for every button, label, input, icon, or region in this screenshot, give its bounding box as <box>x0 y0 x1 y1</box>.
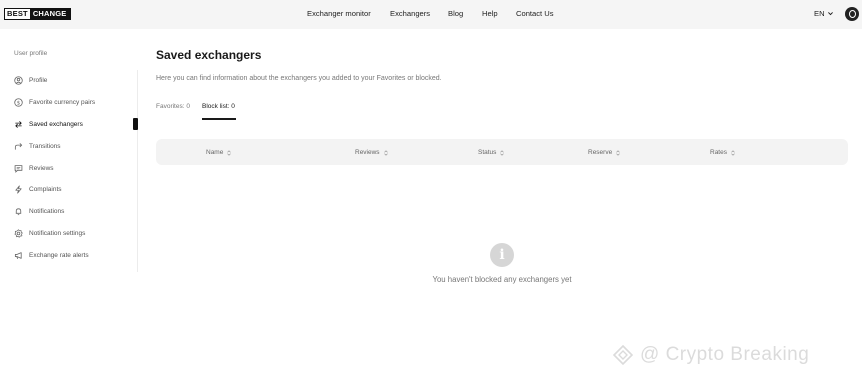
page-subtitle: Here you can find information about the … <box>156 75 442 82</box>
sidebar-item-notification-settings[interactable]: Notification settings <box>14 226 85 240</box>
user-avatar[interactable] <box>845 7 859 21</box>
lightning-icon <box>14 184 23 194</box>
sidebar-item-saved-exchangers[interactable]: Saved exchangers <box>14 117 83 131</box>
tab-favorites[interactable]: Favorites: 0 <box>156 103 190 110</box>
tab-block-list[interactable]: Block list: 0 <box>202 103 235 110</box>
column-name[interactable]: Name <box>206 149 232 156</box>
sort-icon <box>383 149 388 156</box>
sidebar-item-profile[interactable]: Profile <box>14 73 47 87</box>
avatar-initial-icon <box>848 10 856 18</box>
watermark-text: @ Crypto Breaking <box>640 344 810 365</box>
chat-bubble-icon <box>14 164 23 173</box>
crypto-breaking-logo-icon <box>612 344 634 366</box>
sidebar-item-label: Complaints <box>29 185 62 193</box>
sort-icon <box>500 149 505 156</box>
sidebar-item-label: Profile <box>29 76 48 84</box>
page-title: Saved exchangers <box>156 48 262 62</box>
nav-exchangers[interactable]: Exchangers <box>390 9 430 18</box>
user-circle-icon <box>14 75 23 85</box>
swap-arrows-icon <box>14 120 23 129</box>
sidebar-item-label: Favorite currency pairs <box>29 98 96 106</box>
language-label: EN <box>814 9 825 18</box>
watermark: @ Crypto Breaking <box>612 344 809 366</box>
nav-contact-us[interactable]: Contact Us <box>516 9 554 18</box>
column-label: Reviews <box>355 149 380 156</box>
sidebar-item-label: Notifications <box>29 207 65 215</box>
table-header: Name Reviews Status Reserve Rates <box>156 139 848 165</box>
column-status[interactable]: Status <box>478 149 505 156</box>
nav-help[interactable]: Help <box>482 9 498 18</box>
sort-icon <box>616 149 620 156</box>
nav-blog[interactable]: Blog <box>448 9 463 18</box>
info-icon: i <box>490 243 514 267</box>
sidebar-item-favorite-pairs[interactable]: $ Favorite currency pairs <box>14 95 95 109</box>
active-tab-underline <box>202 118 236 120</box>
sort-icon <box>731 149 735 156</box>
sidebar-item-transitions[interactable]: Transitions <box>14 139 61 153</box>
column-reserve[interactable]: Reserve <box>588 149 620 156</box>
sort-icon <box>227 149 232 156</box>
main-nav: Exchanger monitor Exchangers Blog Help C… <box>0 9 862 21</box>
sidebar-item-notifications[interactable]: Notifications <box>14 204 64 218</box>
column-label: Name <box>206 149 224 156</box>
sidebar-item-label: Notification settings <box>29 229 86 237</box>
column-label: Reserve <box>588 149 613 156</box>
column-rates[interactable]: Rates <box>710 149 735 156</box>
sidebar-item-reviews[interactable]: Reviews <box>14 161 54 175</box>
gear-icon <box>14 228 23 238</box>
language-selector[interactable]: EN <box>814 9 834 18</box>
sidebar-item-label: Reviews <box>29 164 54 172</box>
sidebar-item-exchange-rate-alerts[interactable]: Exchange rate alerts <box>14 248 89 262</box>
column-label: Status <box>478 149 497 156</box>
top-bar: BEST CHANGE Exchanger monitor Exchangers… <box>0 0 862 29</box>
empty-state-message: You haven't blocked any exchangers yet <box>432 275 572 284</box>
dollar-circle-icon: $ <box>14 97 23 107</box>
bell-icon <box>14 207 23 216</box>
active-indicator <box>133 118 138 130</box>
column-label: Rates <box>710 149 727 156</box>
sidebar-item-complaints[interactable]: Complaints <box>14 182 62 196</box>
megaphone-icon <box>14 251 23 260</box>
sidebar-item-label: Transitions <box>29 142 61 150</box>
share-arrow-icon <box>14 142 23 151</box>
column-reviews[interactable]: Reviews <box>355 149 388 156</box>
svg-text:$: $ <box>17 100 20 106</box>
chevron-down-icon <box>827 12 833 16</box>
nav-exchanger-monitor[interactable]: Exchanger monitor <box>307 9 371 18</box>
sidebar-title: User profile <box>14 50 48 57</box>
sidebar-item-label: Saved exchangers <box>29 120 83 128</box>
sidebar-item-label: Exchange rate alerts <box>29 251 89 259</box>
